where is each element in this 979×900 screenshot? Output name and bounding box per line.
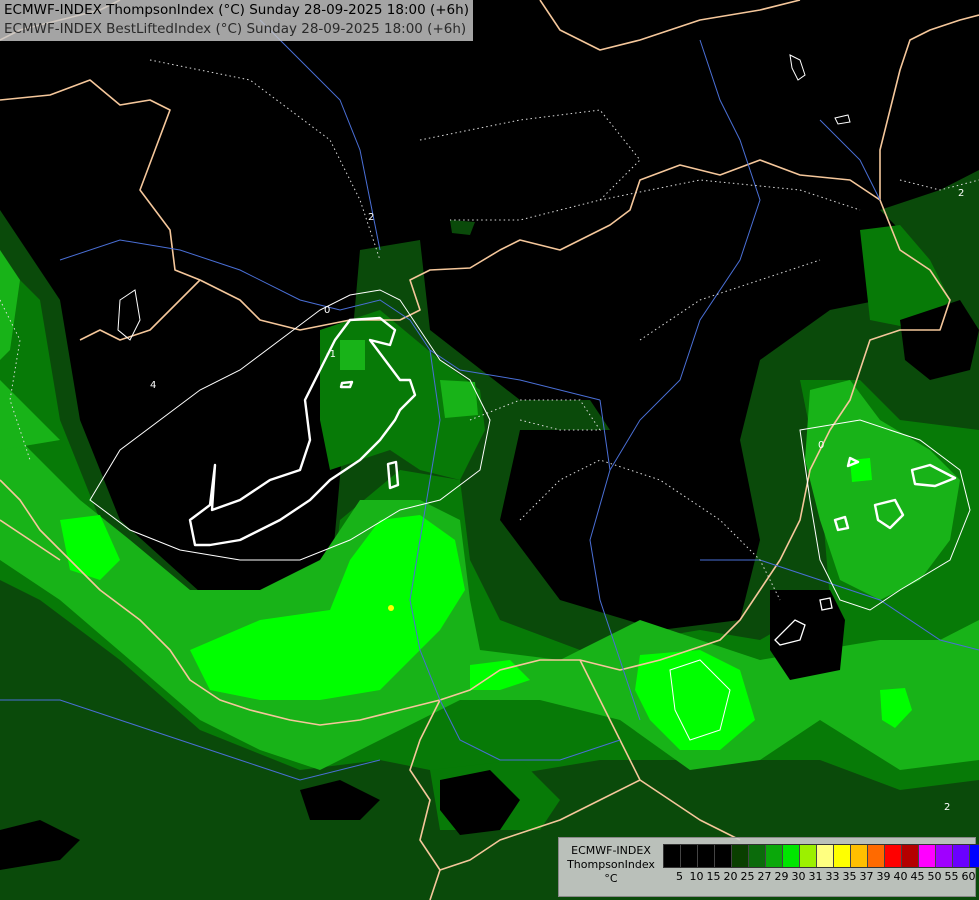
legend-tick: 30 [791,870,806,883]
color-legend: ECMWF-INDEX ThompsonIndex °C 5 10 15 20 25 27… [558,837,979,897]
legend-swatch [817,845,834,867]
legend-ticks: 5 10 15 20 25 27 29 30 31 33 35 37 39 40 45 50 55 60 [663,870,977,884]
map-title: ECMWF-INDEX ThompsonIndex (°C) Sunday 28… [0,0,473,41]
legend-tick: 39 [876,870,891,883]
legend-swatch [749,845,766,867]
legend-swatch [919,845,936,867]
contour-label: 2 [368,212,374,223]
legend-swatch [766,845,783,867]
legend-tick: 45 [910,870,925,883]
contour-label: 2 [958,188,964,199]
contour-label: 0 [324,305,330,316]
legend-tick: 31 [808,870,823,883]
legend-swatch [953,845,970,867]
legend-tick: 60 [961,870,976,883]
legend-tick: 25 [740,870,755,883]
legend-swatch [868,845,885,867]
legend-swatch [851,845,868,867]
legend-caption-unit: °C [604,872,618,885]
legend-swatch [800,845,817,867]
title-thompson-index: ECMWF-INDEX ThompsonIndex (°C) Sunday 28… [4,2,469,18]
legend-tick: 15 [706,870,721,883]
contour-label: 4 [150,380,156,391]
weather-map: 2 0 -1 4 0 2 2 [0,0,979,900]
hotspot-yellow [388,605,394,611]
legend-tick: 27 [757,870,772,883]
legend-swatch [834,845,851,867]
legend-swatch [698,845,715,867]
legend-swatch [902,845,919,867]
legend-caption-index: ThompsonIndex [567,858,655,871]
legend-swatch [715,845,732,867]
contour-label: 0 [818,440,824,451]
title-best-lifted-index: ECMWF-INDEX BestLiftedIndex (°C) Sunday … [4,21,467,37]
legend-swatches [663,844,979,868]
legend-swatch [732,845,749,867]
legend-swatch [970,845,979,867]
legend-tick: 37 [859,870,874,883]
contour-label: 2 [944,802,950,813]
legend-tick: 33 [825,870,840,883]
legend-swatch [885,845,902,867]
legend-tick: 29 [774,870,789,883]
legend-tick: 20 [723,870,738,883]
legend-tick: 5 [676,870,683,883]
contour-label: -1 [326,349,336,360]
legend-swatch [783,845,800,867]
legend-swatch [936,845,953,867]
legend-tick: 10 [689,870,704,883]
legend-tick: 35 [842,870,857,883]
legend-caption-model: ECMWF-INDEX [571,844,651,857]
legend-tick: 50 [927,870,942,883]
legend-swatch [664,845,681,867]
legend-tick: 40 [893,870,908,883]
legend-tick: 55 [944,870,959,883]
legend-swatch [681,845,698,867]
legend-caption: ECMWF-INDEX ThompsonIndex °C [563,844,659,886]
